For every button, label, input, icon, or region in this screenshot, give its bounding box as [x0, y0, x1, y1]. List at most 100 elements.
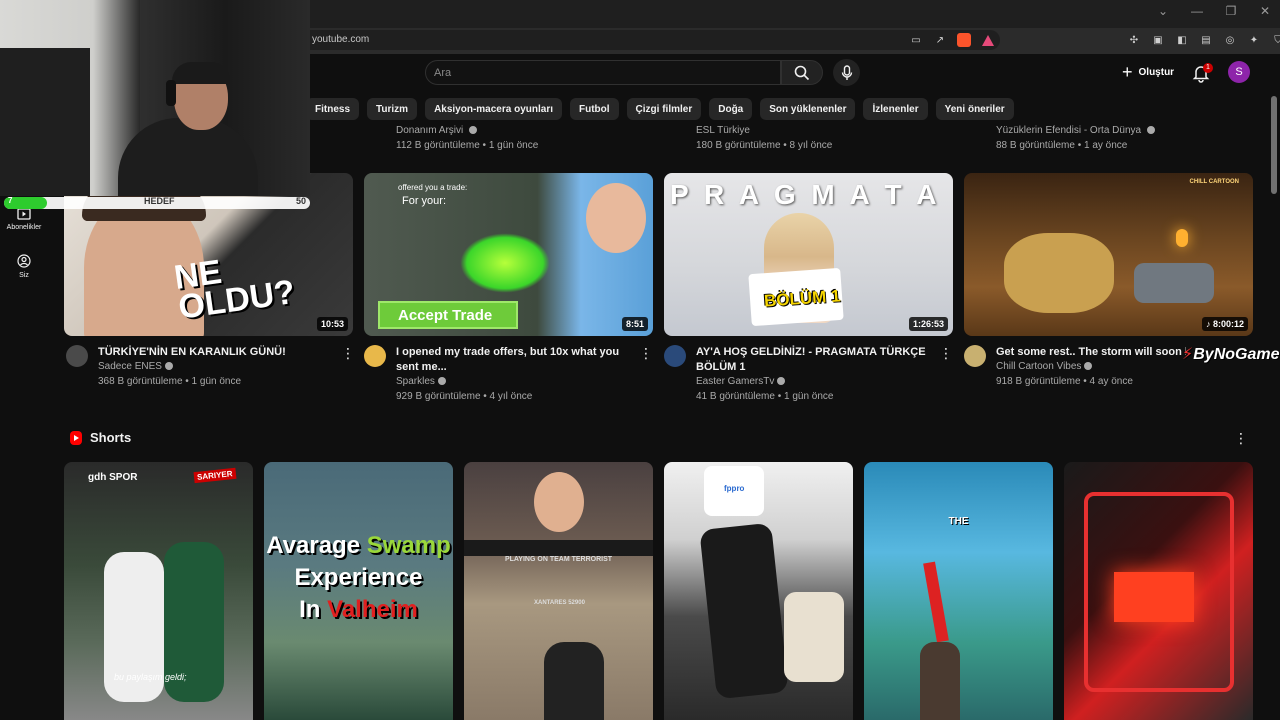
- extensions-icon[interactable]: ✣: [1126, 32, 1142, 48]
- channel-avatar[interactable]: [66, 345, 88, 367]
- maximize-icon[interactable]: ❐: [1224, 4, 1238, 18]
- prev-channel[interactable]: Yüzüklerin Efendisi - Orta Dünya: [996, 125, 1141, 136]
- goal-label: HEDEF: [144, 196, 175, 206]
- short-title-line: In Valheim: [299, 596, 418, 623]
- profile-icon[interactable]: ◎: [1222, 32, 1238, 48]
- video-thumbnail[interactable]: P R A G M A T A BÖLÜM 1 1:26:53: [664, 173, 953, 336]
- webcam-person-hair: [172, 62, 230, 84]
- chip-aksiyon[interactable]: Aksiyon-macera oyunları: [425, 98, 562, 120]
- close-icon[interactable]: ✕: [1258, 4, 1272, 18]
- voice-search-button[interactable]: [833, 59, 860, 86]
- tab-search-icon[interactable]: ⌄: [1156, 4, 1170, 18]
- short-streamer: [534, 472, 584, 532]
- sidebar-icon[interactable]: ◧: [1174, 32, 1190, 48]
- wallet-icon[interactable]: ▤: [1198, 32, 1214, 48]
- plus-icon: +: [1122, 62, 1133, 82]
- leo-icon[interactable]: ✦: [1246, 32, 1262, 48]
- prev-views: 180 B görüntüleme • 8 yıl önce: [696, 140, 833, 151]
- cast-icon[interactable]: ▭: [908, 32, 924, 48]
- shorts-title: Shorts: [90, 430, 132, 445]
- video-duration: ♪ 8:00:12: [1201, 317, 1248, 331]
- create-button[interactable]: + Oluştur: [1114, 59, 1182, 86]
- channel-name[interactable]: Sparkles: [396, 376, 435, 387]
- short-card[interactable]: THE: [864, 462, 1053, 720]
- video-thumbnail[interactable]: offered you a trade: For your: Accept Tr…: [364, 173, 653, 336]
- video-title[interactable]: Get some rest.. The storm will soon be o…: [996, 345, 1186, 360]
- prev-video-meta: ESL Türkiye 180 B görüntüleme • 8 yıl ön…: [696, 123, 832, 153]
- video-title[interactable]: I opened my trade offers, but 10x what y…: [396, 345, 636, 375]
- vpn-icon[interactable]: ⛉: [1270, 32, 1280, 48]
- prev-views: 112 B görüntüleme • 1 gün önce: [396, 140, 539, 151]
- video-title[interactable]: AY'A HOŞ GELDİNİZ! - PRAGMATA TÜRKÇE BÖL…: [696, 345, 936, 375]
- minimize-icon[interactable]: —: [1190, 4, 1204, 18]
- short-card[interactable]: [1064, 462, 1253, 720]
- goal-bar: 7 HEDEF 50: [4, 194, 310, 210]
- short-phone-back: [784, 592, 844, 682]
- prev-channel[interactable]: Donanım Arşivi: [396, 125, 463, 136]
- video-duration: 8:51: [621, 317, 648, 331]
- more-options-icon[interactable]: ⋮: [341, 345, 355, 361]
- brave-shields-icon[interactable]: [956, 32, 972, 48]
- channel-name[interactable]: Chill Cartoon Vibes: [996, 361, 1081, 372]
- sidebar-item-label: Abonelikler: [6, 224, 42, 231]
- thumbnail-text: NE OLDU?: [171, 252, 298, 327]
- short-player: [544, 642, 604, 720]
- brave-rewards-icon[interactable]: [980, 32, 996, 48]
- chip-futbol[interactable]: Futbol: [570, 98, 619, 120]
- channel-name[interactable]: Easter GamersTv: [696, 376, 774, 387]
- prev-video-meta: Donanım Arşivi 112 B görüntüleme • 1 gün…: [396, 123, 538, 153]
- more-options-icon[interactable]: ⋮: [639, 345, 653, 361]
- search-input[interactable]: [434, 62, 764, 83]
- short-pc-glow: [1114, 572, 1194, 622]
- video-meta: 368 B görüntüleme • 1 gün önce: [98, 376, 242, 387]
- shorts-header: Shorts: [70, 430, 131, 445]
- thumbnail-accept-text: Accept Trade: [398, 307, 493, 324]
- more-options-icon[interactable]: ⋮: [939, 345, 953, 361]
- video-thumbnail[interactable]: CHILL CARTOON ♪ 8:00:12: [964, 173, 1253, 336]
- page-scrollbar[interactable]: [1271, 96, 1277, 194]
- video-duration: 1:26:53: [908, 317, 948, 331]
- channel-avatar[interactable]: [664, 345, 686, 367]
- chip-son-yuklenenler[interactable]: Son yüklenenler: [760, 98, 856, 120]
- short-overlay: PLAYING ON TEAM TERRORIST: [504, 556, 613, 563]
- channel-name[interactable]: Sadece ENES: [98, 361, 162, 372]
- chip-cizgi-filmler[interactable]: Çizgi filmler: [626, 98, 702, 120]
- chip-doga[interactable]: Doğa: [709, 98, 753, 120]
- chip-fitness[interactable]: Fitness: [306, 98, 360, 120]
- tab-groups-icon[interactable]: ▣: [1150, 32, 1166, 48]
- search-button[interactable]: [781, 60, 823, 85]
- short-phone: [699, 522, 789, 700]
- thumbnail-trade-text: offered you a trade:: [398, 183, 468, 192]
- prev-channel[interactable]: ESL Türkiye: [696, 125, 750, 136]
- short-score: XANTARES 52900: [534, 600, 585, 606]
- avatar[interactable]: S: [1228, 61, 1250, 83]
- video-duration: 10:53: [316, 317, 348, 331]
- lightning-icon: ⚡: [1182, 346, 1194, 363]
- channel-avatar[interactable]: [364, 345, 386, 367]
- goal-current: 7: [8, 196, 13, 205]
- goal-target: 50: [295, 196, 306, 206]
- channel-avatar[interactable]: [964, 345, 986, 367]
- chip-izlenenler[interactable]: İzlenenler: [863, 98, 928, 120]
- chip-turizm[interactable]: Turizm: [367, 98, 418, 120]
- headset-icon: [166, 80, 176, 106]
- short-card[interactable]: PLAYING ON TEAM TERRORIST XANTARES 52900: [464, 462, 653, 720]
- short-card[interactable]: gdh SPOR SARIYER bu paylaşım geldi;: [64, 462, 253, 720]
- video-title[interactable]: TÜRKİYE'NİN EN KARANLIK GÜNÜ!: [98, 345, 338, 360]
- url-text: youtube.com: [312, 34, 370, 45]
- thumbnail-channel-mark: CHILL CARTOON: [1189, 179, 1239, 185]
- stream-watermark: ⚡ByNoGame: [1182, 346, 1280, 363]
- more-options-icon[interactable]: ⋮: [1234, 430, 1248, 446]
- extension-icons: ✣ ▣ ◧ ▤ ◎ ✦ ⛉ ≡: [1126, 32, 1280, 48]
- short-card[interactable]: Avarage Swamp Experience In Valheim: [264, 462, 453, 720]
- sidebar-item-you[interactable]: Siz: [0, 253, 48, 279]
- short-overlay: gdh SPOR: [88, 472, 138, 483]
- chip-yeni-oneriler[interactable]: Yeni öneriler: [935, 98, 1014, 120]
- short-card[interactable]: fppro: [664, 462, 853, 720]
- share-icon[interactable]: ↗: [932, 32, 948, 48]
- address-bar[interactable]: [290, 30, 1000, 50]
- create-label: Oluştur: [1138, 67, 1175, 78]
- search-icon: [794, 65, 810, 80]
- short-badge: SARIYER: [193, 467, 237, 484]
- short-hud: [464, 540, 653, 556]
